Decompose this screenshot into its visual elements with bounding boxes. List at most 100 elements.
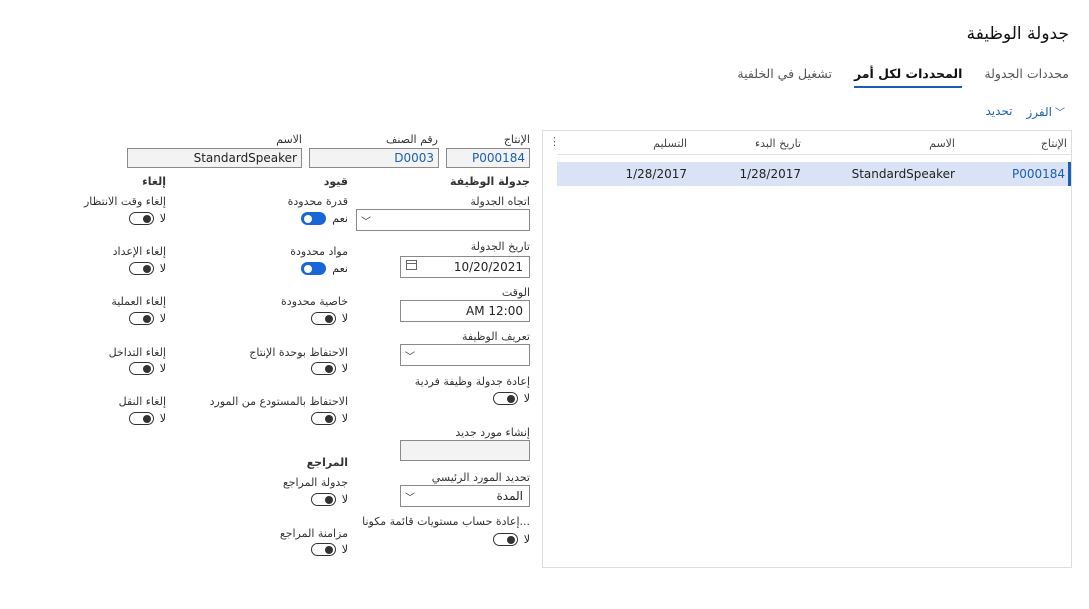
- toggle-state: لا: [159, 212, 166, 225]
- finite-property-label: خاصية محدودة: [281, 295, 348, 308]
- cell-start-date: 1/28/2017: [739, 167, 801, 181]
- schedule-date-label: تاريخ الجدولة: [470, 240, 530, 253]
- finite-capacity-label: قدرة محدودة: [287, 195, 348, 208]
- toggle-switch[interactable]: [128, 212, 154, 225]
- table-row[interactable]: P000184 StandardSpeaker 1/28/2017 1/28/2…: [557, 162, 1071, 186]
- toggle-state: نعم: [332, 212, 348, 225]
- reschedule-single-job-toggle[interactable]: لا: [492, 392, 530, 405]
- toggle-switch[interactable]: [128, 362, 154, 375]
- schedule-direction-select[interactable]: ﹀: [356, 209, 530, 231]
- sort-label: الفرز: [1026, 105, 1052, 119]
- synchronize-references-label: مزامنة المراجع: [279, 527, 348, 540]
- cancel-setup-label: إلغاء الإعداد: [112, 245, 166, 258]
- column-options-icon[interactable]: ⋮: [549, 135, 560, 148]
- toggle-state: لا: [341, 543, 348, 556]
- job-definition-select[interactable]: ﹀: [400, 344, 530, 366]
- cancel-queue-time-label: إلغاء وقت الانتظار: [83, 195, 166, 208]
- cell-production[interactable]: P000184: [1012, 167, 1065, 181]
- primary-vendor-label: تحديد المورد الرئيسي: [431, 471, 530, 484]
- chevron-down-icon: ﹀: [405, 493, 415, 504]
- column-header-start-date[interactable]: تاريخ البدء: [755, 137, 801, 150]
- tab-run-in-background[interactable]: تشغيل في الخلفية: [737, 66, 832, 88]
- orders-grid: ⋮ الإنتاج الاسم تاريخ البدء التسليم P000…: [542, 130, 1072, 568]
- time-value: AM 12:00: [466, 304, 523, 318]
- item-number-field[interactable]: D0003: [309, 148, 439, 168]
- cancel-process-toggle[interactable]: لا: [128, 312, 166, 325]
- cancel-overlap-toggle[interactable]: لا: [128, 362, 166, 375]
- column-header-name[interactable]: الاسم: [929, 137, 955, 150]
- cell-delivery: 1/28/2017: [625, 167, 687, 181]
- toggle-switch[interactable]: [310, 493, 336, 506]
- cancel-process-label: إلغاء العملية: [111, 295, 166, 308]
- action-bar: الفرز ﹀ تحديد: [985, 104, 1065, 119]
- primary-vendor-select[interactable]: ﹀ المدة: [400, 485, 530, 507]
- toggle-state: لا: [159, 412, 166, 425]
- toggle-switch[interactable]: [310, 543, 336, 556]
- keep-warehouse-from-vendor-label: الاحتفاظ بالمستودع من المورد: [209, 395, 348, 408]
- toggle-state: لا: [341, 412, 348, 425]
- chevron-down-icon: ﹀: [405, 352, 415, 363]
- job-definition-label: تعريف الوظيفة: [461, 330, 530, 343]
- recalc-bom-levels-label: إعادة حساب مستويات قائمة مكونا...: [362, 515, 530, 528]
- page-title: جدولة الوظيفة: [966, 24, 1069, 44]
- constraints-header: قيود: [323, 175, 348, 188]
- chevron-down-icon: ﹀: [1055, 108, 1065, 119]
- finite-property-toggle[interactable]: لا: [310, 312, 348, 325]
- cancel-transport-label: إلغاء النقل: [118, 395, 166, 408]
- schedule-references-label: جدولة المراجع: [282, 476, 348, 489]
- time-field[interactable]: AM 12:00: [400, 300, 530, 322]
- schedule-direction-label: اتجاه الجدولة: [470, 195, 530, 208]
- sort-button[interactable]: الفرز ﹀: [1027, 104, 1065, 119]
- toggle-state: لا: [341, 362, 348, 375]
- cancel-setup-toggle[interactable]: لا: [128, 262, 166, 275]
- primary-vendor-value: المدة: [496, 489, 523, 503]
- toggle-switch[interactable]: [128, 262, 154, 275]
- cancel-queue-time-toggle[interactable]: لا: [128, 212, 166, 225]
- toggle-state: لا: [159, 262, 166, 275]
- finite-material-toggle[interactable]: نعم: [301, 262, 348, 275]
- name-field[interactable]: StandardSpeaker: [127, 148, 302, 168]
- toggle-switch[interactable]: [492, 392, 518, 405]
- production-field[interactable]: P000184: [446, 148, 530, 168]
- create-new-vendor-label: إنشاء مورد جديد: [455, 426, 530, 439]
- keep-production-unit-label: الاحتفاظ بوحدة الإنتاج: [249, 346, 348, 359]
- tab-per-order-parameters[interactable]: المحددات لكل أمر: [853, 66, 963, 88]
- header-divider: [557, 154, 1071, 155]
- toggle-switch[interactable]: [128, 412, 154, 425]
- finite-capacity-toggle[interactable]: نعم: [301, 212, 348, 225]
- toggle-switch[interactable]: [301, 262, 327, 275]
- tab-bar: محددات الجدولة المحددات لكل أمر تشغيل في…: [737, 66, 1069, 88]
- toggle-switch[interactable]: [492, 533, 518, 546]
- cell-name: StandardSpeaker: [851, 167, 955, 181]
- cancel-header: إلغاء: [142, 175, 166, 188]
- toggle-switch[interactable]: [310, 312, 336, 325]
- name-label: الاسم: [276, 133, 302, 146]
- toggle-state: لا: [523, 533, 530, 546]
- schedule-references-toggle[interactable]: لا: [310, 493, 348, 506]
- keep-production-unit-toggle[interactable]: لا: [310, 362, 348, 375]
- synchronize-references-toggle[interactable]: لا: [310, 543, 348, 556]
- toggle-switch[interactable]: [310, 412, 336, 425]
- tab-schedule-parameters[interactable]: محددات الجدولة: [984, 66, 1069, 88]
- item-number-label: رقم الصنف: [385, 133, 438, 146]
- select-button[interactable]: تحديد: [985, 104, 1012, 119]
- toggle-switch[interactable]: [128, 312, 154, 325]
- toggle-state: لا: [341, 312, 348, 325]
- keep-warehouse-from-vendor-toggle[interactable]: لا: [310, 412, 348, 425]
- cancel-transport-toggle[interactable]: لا: [128, 412, 166, 425]
- recalc-bom-levels-toggle[interactable]: لا: [492, 533, 530, 546]
- create-new-vendor-field[interactable]: [400, 440, 530, 461]
- toggle-state: لا: [159, 362, 166, 375]
- finite-material-label: مواد محدودة: [290, 245, 348, 258]
- calendar-icon[interactable]: [406, 260, 417, 270]
- toggle-state: لا: [523, 392, 530, 405]
- toggle-state: نعم: [332, 262, 348, 275]
- toggle-switch[interactable]: [310, 362, 336, 375]
- column-header-delivery[interactable]: التسليم: [653, 137, 687, 150]
- chevron-down-icon: ﹀: [361, 217, 371, 228]
- toggle-switch[interactable]: [301, 212, 327, 225]
- time-label: الوقت: [501, 286, 530, 299]
- column-header-production[interactable]: الإنتاج: [1041, 137, 1067, 150]
- schedule-date-field[interactable]: 10/20/2021: [400, 256, 530, 278]
- production-label: الإنتاج: [503, 133, 530, 146]
